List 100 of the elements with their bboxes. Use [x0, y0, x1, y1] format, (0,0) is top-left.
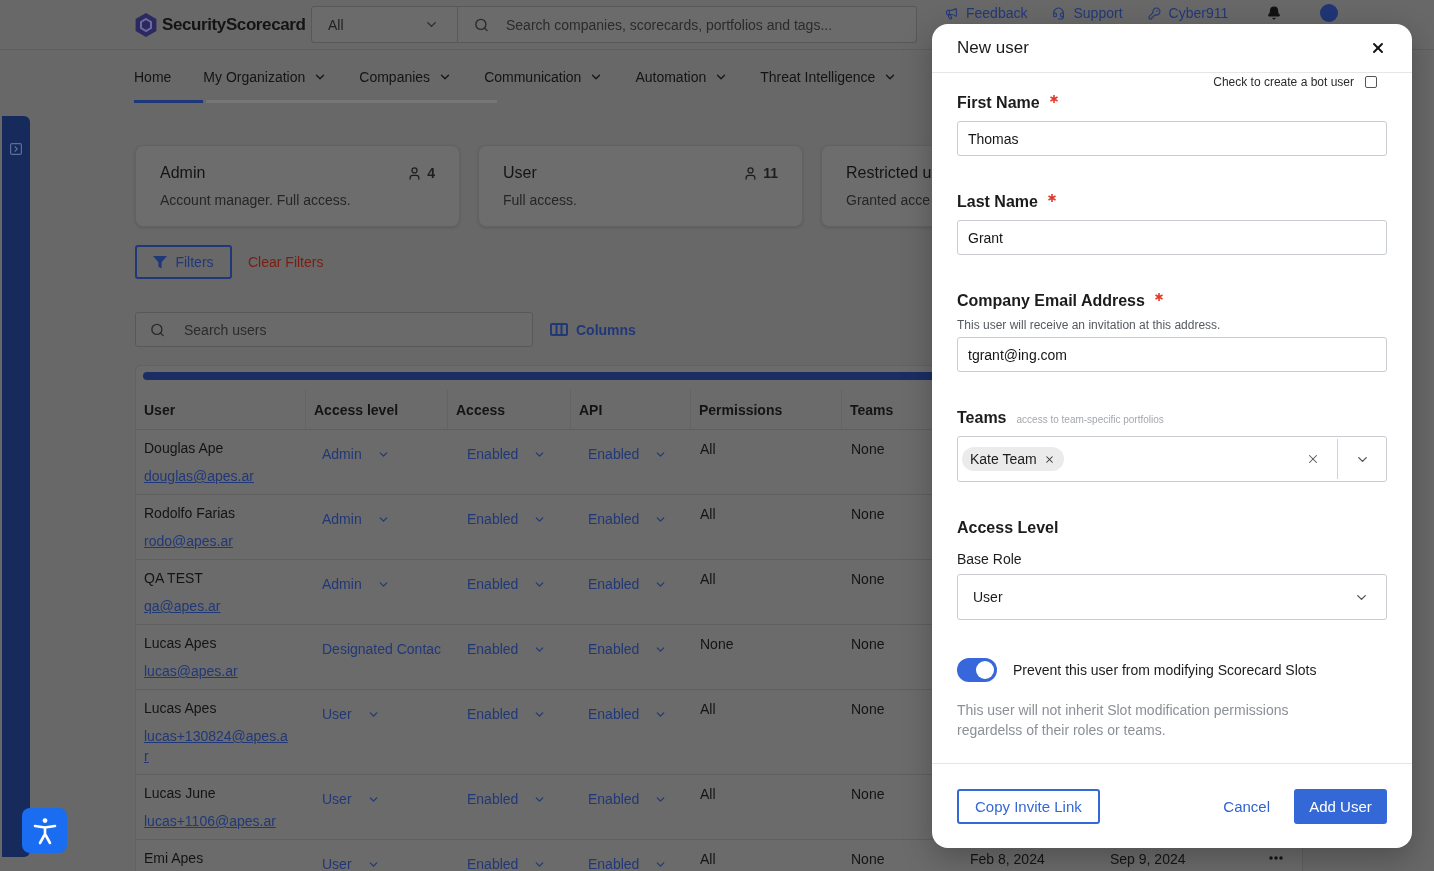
role-title: Restricted u: [846, 164, 932, 182]
toggle-description: This user will not inherit Slot modification permissions regardelss of their roles or teams.: [957, 701, 1290, 740]
field-label: First Name: [957, 93, 1040, 113]
column-header[interactable]: Teams: [850, 401, 894, 418]
scope-select[interactable]: All: [311, 6, 458, 43]
column-header[interactable]: Permissions: [699, 401, 783, 418]
nav-tab[interactable]: My Organization: [203, 50, 328, 103]
api-select[interactable]: Enabled: [588, 856, 668, 871]
field-label: Company Email Address: [957, 291, 1145, 311]
user-icon: [743, 165, 759, 181]
permissions-value: None: [700, 636, 734, 652]
teams-value: None: [851, 701, 885, 717]
role-description: Account manager. Full access.: [160, 191, 351, 209]
email-link[interactable]: rodo@apes.ar: [144, 531, 233, 551]
role-card[interactable]: Admin 4 Account manager. Full access.: [135, 145, 460, 227]
header-link[interactable]: Support: [1052, 5, 1123, 21]
email-link[interactable]: douglas@apes.ar: [144, 466, 254, 486]
access-level-select[interactable]: Designated Contac: [322, 641, 442, 657]
header-link[interactable]: Feedback: [945, 5, 1028, 21]
accessibility-button[interactable]: [22, 808, 67, 853]
teams-value: None: [851, 506, 885, 522]
expand-panel-icon[interactable]: [10, 143, 22, 155]
api-select[interactable]: Enabled: [588, 791, 668, 807]
clear-filters-link[interactable]: Clear Filters: [248, 254, 324, 270]
user-count: 11: [763, 165, 778, 181]
user-icon: [407, 165, 423, 181]
nav-tab[interactable]: Threat Intelligence: [760, 50, 898, 103]
columns-button[interactable]: Columns: [550, 321, 636, 338]
api-select[interactable]: Enabled: [588, 446, 668, 462]
permissions-value: All: [700, 571, 716, 587]
permissions-value: All: [700, 786, 716, 802]
funnel-icon: [153, 255, 168, 269]
email-link[interactable]: lucas+130824@apes.ar: [144, 726, 290, 766]
user-name: Rodolfo Farias: [144, 504, 236, 523]
field-help-text: This user will receive an invitation at this address.: [957, 317, 1222, 333]
access-select[interactable]: Enabled: [467, 706, 547, 722]
column-header[interactable]: User: [144, 401, 176, 418]
access-level-select[interactable]: User: [322, 706, 380, 722]
date-value: Sep 9, 2024: [1110, 851, 1186, 867]
field-label: Base Role: [957, 550, 1023, 568]
field-label: Last Name: [957, 192, 1038, 212]
column-header[interactable]: API: [579, 401, 603, 418]
api-select[interactable]: Enabled: [588, 641, 668, 657]
text-input[interactable]: Thomas: [957, 121, 1387, 156]
more-icon[interactable]: [1269, 856, 1283, 860]
nav-tab[interactable]: Automation: [635, 50, 729, 103]
add-user-button[interactable]: Add User: [1294, 788, 1387, 824]
email-link[interactable]: qa@apes.ar: [144, 596, 221, 616]
nav-tab[interactable]: Home: [134, 50, 204, 103]
access-level-select[interactable]: Admin: [322, 446, 390, 462]
teams-select[interactable]: Kate Team: [957, 436, 1387, 482]
brand-name: SecurityScorecard: [162, 14, 306, 35]
teams-value: None: [851, 786, 885, 802]
role-title: User: [503, 164, 537, 182]
toggle-label: Prevent this user from modifying Scorecard Slots: [1013, 662, 1317, 678]
access-select[interactable]: Enabled: [467, 856, 547, 871]
toggle-switch[interactable]: [957, 658, 997, 682]
email-link[interactable]: lucas@apes.ar: [144, 661, 238, 681]
search-field[interactable]: Search companies, scorecards, portfolios and tags...: [458, 6, 917, 43]
api-select[interactable]: Enabled: [588, 706, 668, 722]
remove-icon[interactable]: [1043, 453, 1055, 465]
access-level-select[interactable]: Admin: [322, 511, 390, 527]
clear-icon[interactable]: [1306, 452, 1320, 466]
nav-tab[interactable]: Communication: [484, 50, 604, 103]
accessibility-icon: [32, 816, 57, 845]
access-level-select[interactable]: User: [322, 856, 380, 871]
columns-icon: [550, 323, 568, 336]
copy-invite-link-button[interactable]: Copy Invite Link: [957, 788, 1100, 824]
nav-tab[interactable]: Companies: [359, 50, 453, 103]
access-select[interactable]: Enabled: [467, 791, 547, 807]
header-link[interactable]: Cyber911: [1147, 5, 1229, 21]
role-description: Granted acce: [846, 191, 931, 209]
user-search-field[interactable]: Search users: [135, 312, 533, 347]
access-select[interactable]: Enabled: [467, 511, 547, 527]
access-select[interactable]: Enabled: [467, 576, 547, 592]
column-header[interactable]: Access: [456, 401, 506, 418]
base-role-select[interactable]: User: [957, 574, 1387, 620]
field-label: Teams: [957, 408, 1007, 428]
cancel-button[interactable]: Cancel: [1223, 797, 1270, 815]
dialog-title: New user: [957, 38, 1029, 58]
access-select[interactable]: Enabled: [467, 641, 547, 657]
email-link[interactable]: lucas+1106@apes.ar: [144, 811, 276, 831]
role-description: Full access.: [503, 191, 577, 209]
teams-value: None: [851, 636, 885, 652]
api-select[interactable]: Enabled: [588, 511, 668, 527]
permissions-value: All: [700, 506, 716, 522]
role-card[interactable]: User 11 Full access.: [478, 145, 803, 227]
bell-icon[interactable]: [1267, 6, 1282, 20]
user-name: Emi Apes: [144, 849, 204, 868]
access-level-select[interactable]: Admin: [322, 576, 390, 592]
filters-button[interactable]: Filters: [135, 245, 232, 279]
text-input[interactable]: tgrant@ing.com: [957, 337, 1387, 372]
access-select[interactable]: Enabled: [467, 446, 547, 462]
teams-value: None: [851, 571, 885, 587]
column-header[interactable]: Access level: [314, 401, 399, 418]
bot-user-checkbox[interactable]: [1365, 76, 1377, 88]
text-input[interactable]: Grant: [957, 220, 1387, 255]
user-count: 4: [427, 165, 435, 181]
api-select[interactable]: Enabled: [588, 576, 668, 592]
access-level-select[interactable]: User: [322, 791, 380, 807]
